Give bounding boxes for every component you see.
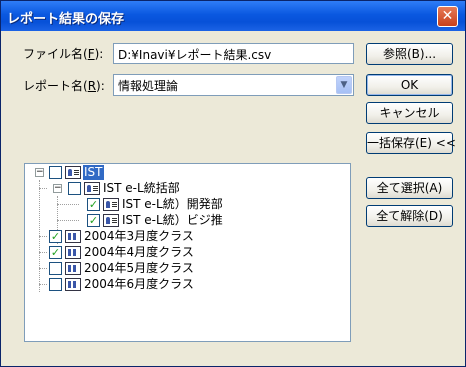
report-tree[interactable]: − IST − IST e-L統括部 ✓ IST e-L統）開発部 ✓ IST … <box>24 163 351 342</box>
report-name-label: レポート名(R): <box>23 79 105 93</box>
tree-node-label: 2004年4月度クラス <box>84 245 194 259</box>
tree-node-label: IST e-L統）ビジ推 <box>122 213 223 227</box>
tree-node-label: IST <box>83 165 104 180</box>
tree-node[interactable]: ✓ 2004年4月度クラス <box>25 245 345 261</box>
tree-node-label: 2004年6月度クラス <box>84 277 194 291</box>
collapse-icon[interactable]: − <box>35 168 44 177</box>
tree-node-label: IST e-L統）開発部 <box>122 197 223 211</box>
person-icon <box>84 182 100 195</box>
group-icon <box>65 262 81 275</box>
chevron-down-icon[interactable]: ▼ <box>336 76 352 94</box>
tree-checkbox[interactable]: ✓ <box>87 198 100 211</box>
tree-node-label: IST e-L統括部 <box>103 181 180 195</box>
person-icon <box>103 198 119 211</box>
collapse-icon[interactable]: − <box>53 184 62 193</box>
deselect-all-button[interactable]: 全て解除(D) <box>366 205 453 227</box>
person-icon <box>103 214 119 227</box>
batch-save-button[interactable]: 一括保存(E) << <box>366 132 456 154</box>
report-name-select[interactable]: 情報処理論 ▼ <box>113 74 354 96</box>
tree-checkbox[interactable] <box>49 262 62 275</box>
tree-checkbox[interactable]: ✓ <box>49 246 62 259</box>
window-title: レポート結果の保存 <box>7 12 125 27</box>
tree-node[interactable]: 2004年5月度クラス <box>25 261 345 277</box>
tree-node-label: 2004年5月度クラス <box>84 261 194 275</box>
group-icon <box>65 246 81 259</box>
tree-node[interactable]: ✓ IST e-L統）開発部 <box>25 197 345 213</box>
tree-checkbox[interactable] <box>68 182 81 195</box>
tree-node[interactable]: − IST e-L統括部 <box>25 181 345 197</box>
tree-node[interactable]: ✓ 2004年3月度クラス <box>25 229 345 245</box>
person-icon <box>65 166 81 179</box>
group-icon <box>65 230 81 243</box>
cancel-button[interactable]: キャンセル <box>366 102 453 124</box>
report-name-value: 情報処理論 <box>118 79 179 93</box>
group-icon <box>65 278 81 291</box>
tree-node-label: 2004年3月度クラス <box>84 229 194 243</box>
select-all-button[interactable]: 全て選択(A) <box>366 177 453 199</box>
ok-button[interactable]: OK <box>366 74 453 96</box>
tree-checkbox[interactable] <box>49 166 62 179</box>
tree-checkbox[interactable] <box>49 278 62 291</box>
tree-checkbox[interactable]: ✓ <box>49 230 62 243</box>
title-bar[interactable]: レポート結果の保存 ✕ <box>1 1 465 31</box>
tree-node[interactable]: 2004年6月度クラス <box>25 277 345 293</box>
browse-button[interactable]: 参照(B)... <box>366 43 453 65</box>
file-name-input[interactable]: D:¥Inavi¥レポート結果.csv <box>113 43 354 64</box>
tree-node-root[interactable]: − IST <box>25 165 345 181</box>
close-icon[interactable]: ✕ <box>437 6 458 27</box>
tree-checkbox[interactable]: ✓ <box>87 214 100 227</box>
tree-node[interactable]: ✓ IST e-L統）ビジ推 <box>25 213 345 229</box>
dialog-window: レポート結果の保存 ✕ ファイル名(F): D:¥Inavi¥レポート結果.cs… <box>0 0 466 367</box>
file-name-label: ファイル名(F): <box>23 47 104 61</box>
